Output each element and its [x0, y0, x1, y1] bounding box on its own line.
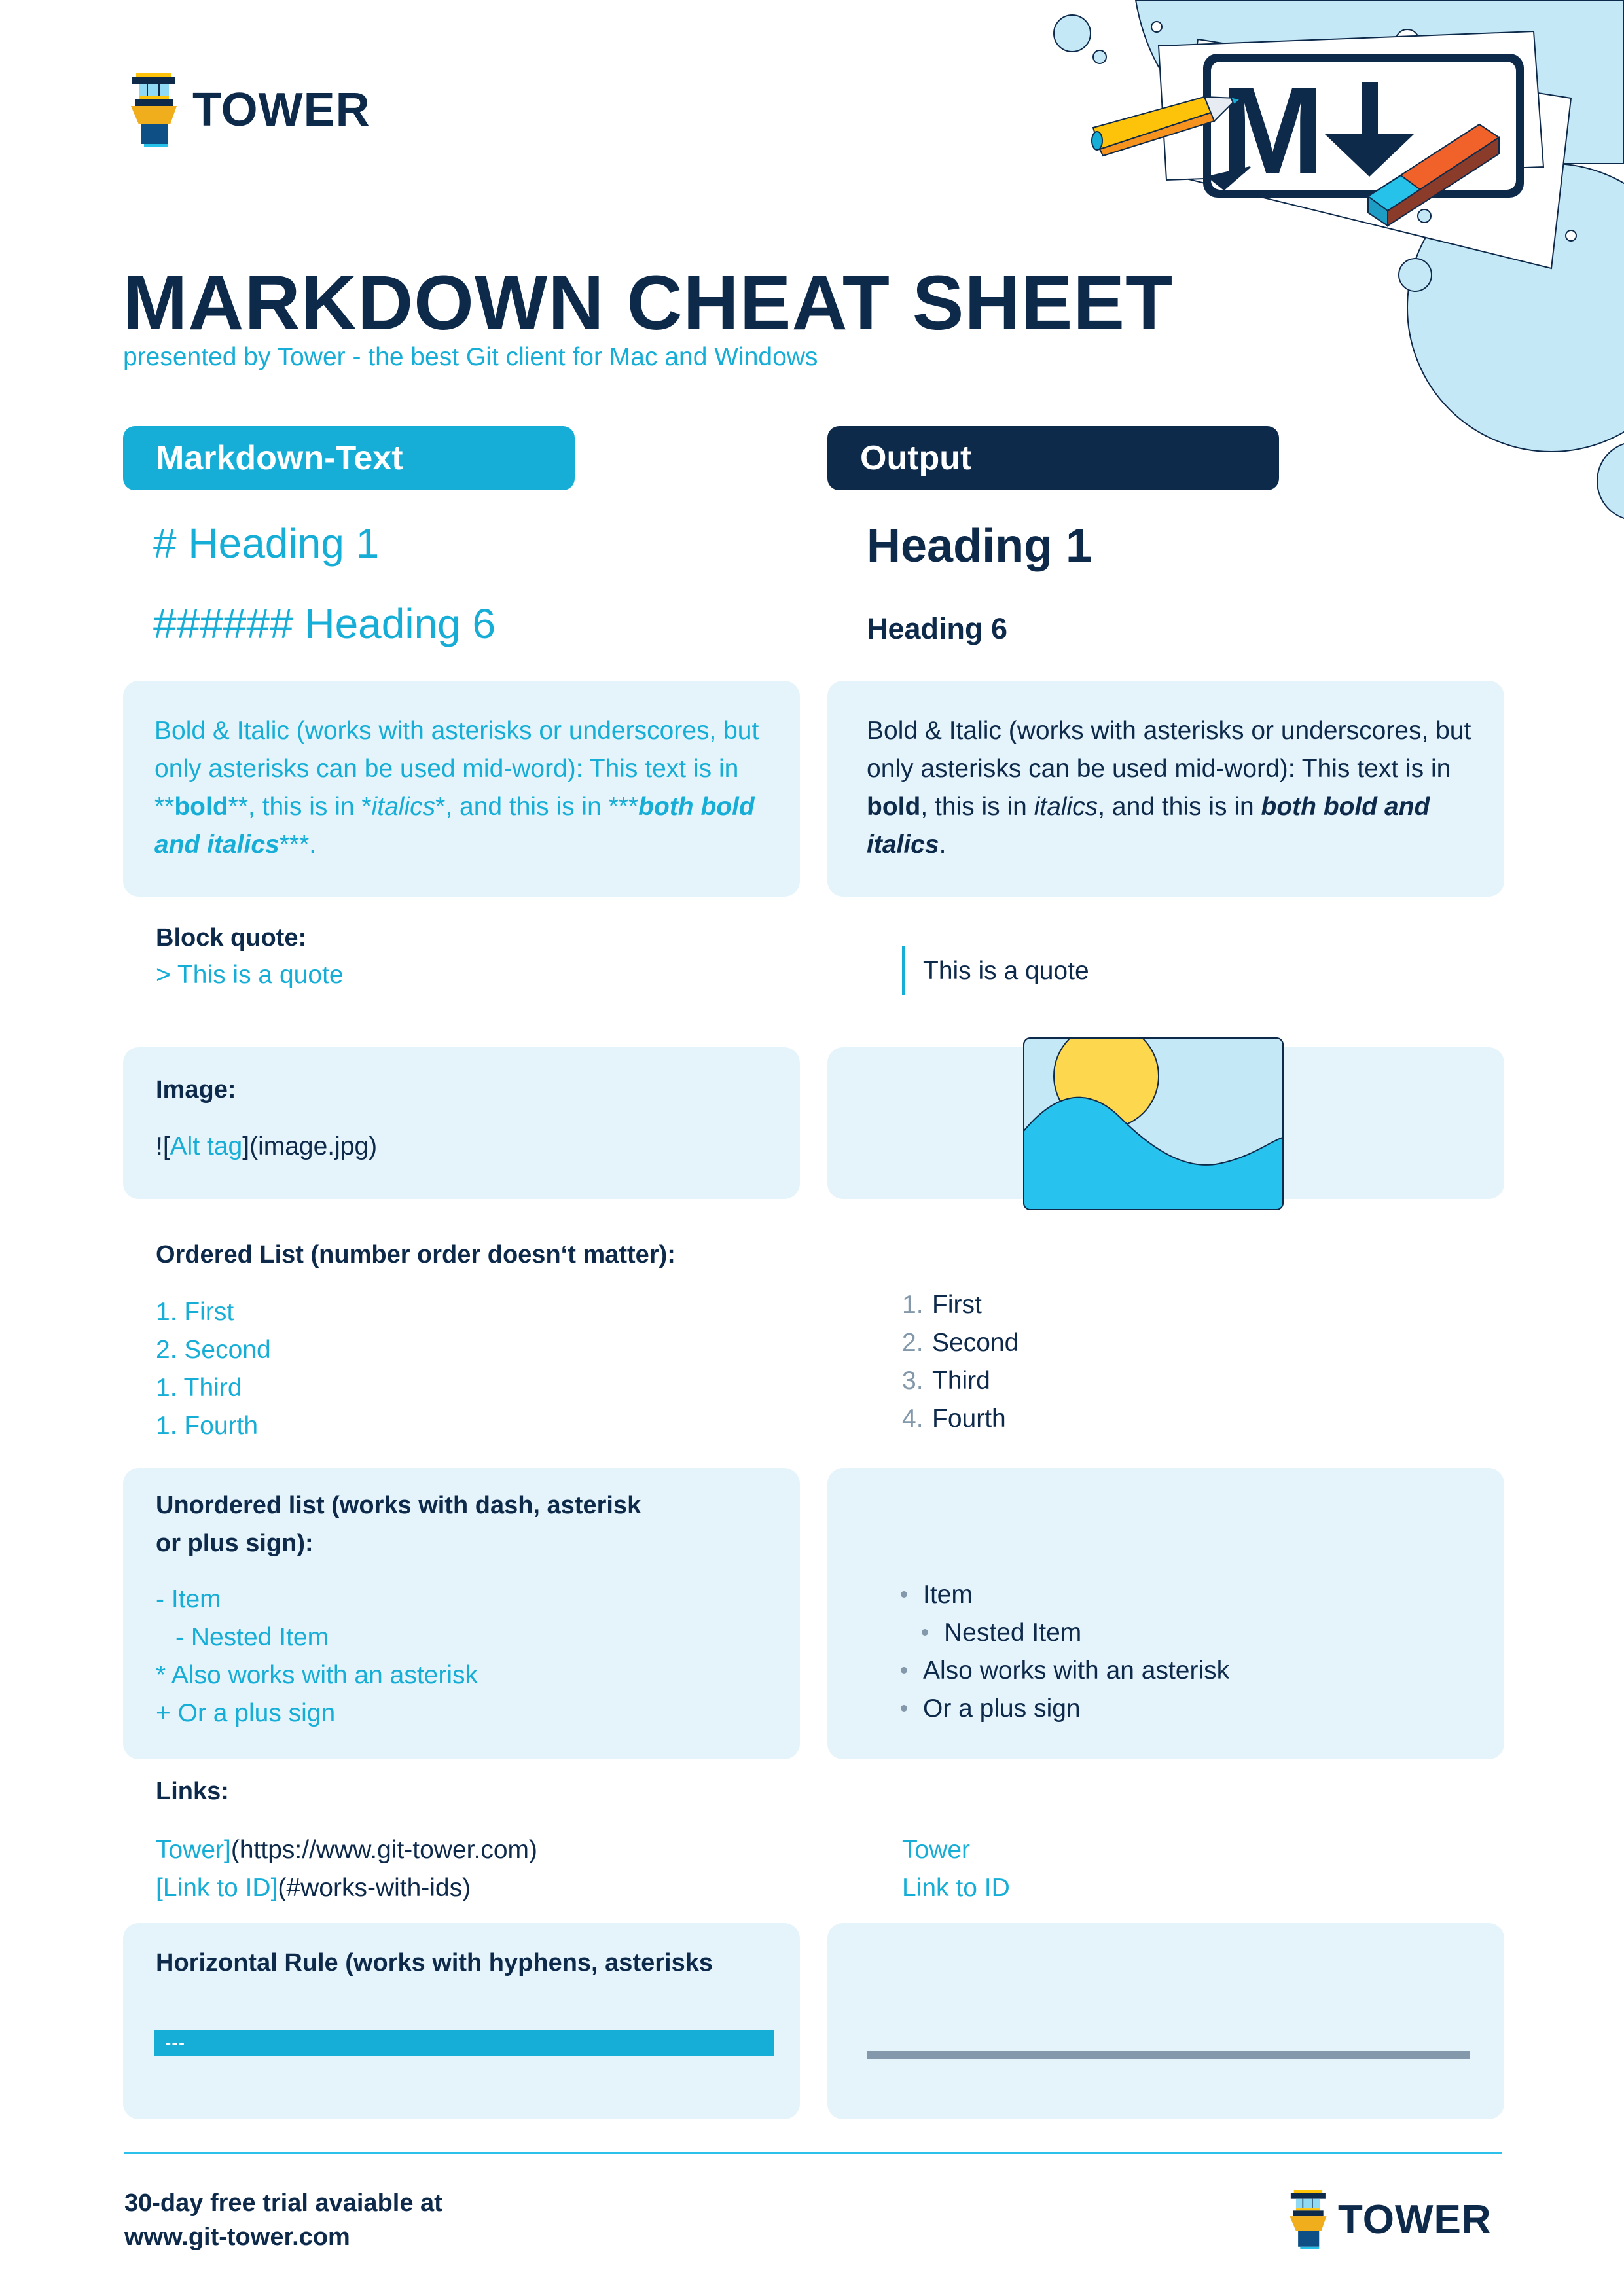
- list-item: Item: [901, 1581, 1229, 1619]
- landscape-image-icon: [1023, 1037, 1284, 1210]
- bubble-small: [1053, 14, 1091, 52]
- paper-card-front: [1157, 30, 1545, 181]
- tower-logo[interactable]: TOWER: [131, 73, 370, 147]
- list-item: 2. Second: [902, 1329, 1019, 1357]
- markdown-mark-icon: M: [1203, 54, 1524, 200]
- bubble-small: [1092, 50, 1107, 64]
- hr-md-bar: ---: [154, 2030, 774, 2056]
- footer-tower-logo[interactable]: TOWER: [1290, 2190, 1492, 2249]
- hr-label: Horizontal Rule (works with hyphens, ast…: [156, 1949, 713, 1977]
- bubble-small: [1417, 209, 1432, 223]
- footer-divider: [124, 2152, 1502, 2154]
- tower-logo-icon: [131, 73, 177, 147]
- hr-output-panel: [827, 1923, 1504, 2119]
- hr-output-rule: [867, 2051, 1470, 2059]
- ordered-list-md: 1. First 2. Second 1. Third 1. Fourth: [156, 1293, 271, 1445]
- bubble-small: [1395, 29, 1420, 54]
- blockquote-md: > This is a quote: [156, 961, 344, 989]
- tower-logo-icon: [1290, 2190, 1327, 2249]
- list-item: Nested Item: [901, 1619, 1229, 1657]
- unordered-list-output-panel: Item Nested Item Also works with an aste…: [827, 1468, 1504, 1759]
- unordered-list-md: - Item - Nested Item * Also works with a…: [156, 1581, 478, 1732]
- footer-trial-text: 30-day free trial avaiable at www.git-to…: [124, 2186, 442, 2254]
- ordered-list-output: 1. First 2. Second 3. Third 4. Fourth: [902, 1291, 1019, 1443]
- list-item: + Or a plus sign: [156, 1699, 336, 1727]
- page-title: MARKDOWN CHEAT SHEET: [123, 260, 1174, 346]
- list-item: 1. First: [156, 1298, 234, 1326]
- pencil-icon: [1091, 96, 1251, 191]
- column-header-markdown: Markdown-Text: [123, 426, 575, 490]
- list-item: Also works with an asterisk: [901, 1657, 1229, 1695]
- ordered-list-label: Ordered List (number order doesn‘t matte…: [156, 1241, 676, 1268]
- bold-italic-md-panel: Bold & Italic (works with asterisks or u…: [123, 681, 800, 897]
- list-item: [Link to ID](#works-with-ids): [156, 1874, 471, 1902]
- bullet-icon: [901, 1667, 907, 1674]
- blockquote-label: Block quote:: [156, 924, 307, 952]
- list-item: Or a plus sign: [901, 1695, 1229, 1732]
- paper-card-back: [1177, 38, 1572, 270]
- list-item: 1. Fourth: [156, 1412, 259, 1440]
- list-item: 2. Second: [156, 1336, 271, 1364]
- bullet-icon: [901, 1591, 907, 1598]
- bold-italic-output-text: Bold & Italic (works with asterisks or u…: [867, 717, 1471, 859]
- hr-md-panel: Horizontal Rule (works with hyphens, ast…: [123, 1923, 800, 2119]
- eraser-icon: [1367, 123, 1500, 227]
- list-item: - Item: [156, 1585, 221, 1613]
- bold-italic-output-panel: Bold & Italic (works with asterisks or u…: [827, 681, 1504, 897]
- unordered-list-md-panel: Unordered list (works with dash, asteris…: [123, 1468, 800, 1759]
- bubble-small: [1398, 258, 1432, 292]
- unordered-list-label: Unordered list (works with dash, asteris…: [156, 1492, 641, 1557]
- bullet-icon: [901, 1705, 907, 1712]
- output-heading-6: Heading 6: [867, 612, 1008, 645]
- hr-md-syntax: ---: [165, 2032, 185, 2053]
- bubble-edge-right: [1597, 443, 1624, 519]
- output-heading-1: Heading 1: [867, 520, 1092, 572]
- link-tower[interactable]: Tower: [902, 1831, 1010, 1869]
- bubble-shape-top: [1134, 0, 1624, 164]
- column-header-label: Output: [860, 439, 972, 477]
- column-header-output: Output: [827, 426, 1279, 490]
- list-item: * Also works with an asterisk: [156, 1661, 478, 1689]
- logo-text: TOWER: [192, 84, 370, 136]
- column-header-label: Markdown-Text: [156, 439, 403, 477]
- unordered-list-output: Item Nested Item Also works with an aste…: [901, 1581, 1229, 1732]
- image-md-syntax: ![Alt tag](image.jpg): [156, 1132, 378, 1160]
- list-item: 1. First: [902, 1291, 982, 1319]
- links-md: Tower](https://www.git-tower.com) [Link …: [156, 1831, 537, 1907]
- footer-website-link[interactable]: www.git-tower.com: [124, 2220, 442, 2254]
- blockquote-output: This is a quote: [923, 957, 1089, 985]
- logo-text: TOWER: [1338, 2197, 1492, 2242]
- image-md-panel: Image: ![Alt tag](image.jpg): [123, 1047, 800, 1199]
- list-item: Tower](https://www.git-tower.com): [156, 1836, 537, 1864]
- bold-italic-md-text: Bold & Italic (works with asterisks or u…: [154, 717, 759, 859]
- md-heading-1: # Heading 1: [153, 520, 380, 567]
- link-to-id[interactable]: Link to ID: [902, 1869, 1010, 1907]
- list-item: 4. Fourth: [902, 1405, 1006, 1433]
- bullet-icon: [922, 1629, 928, 1636]
- svg-text:M: M: [1221, 62, 1324, 200]
- list-item: 3. Third: [902, 1367, 990, 1395]
- image-label: Image:: [156, 1076, 236, 1103]
- list-item: 1. Third: [156, 1374, 242, 1402]
- links-label: Links:: [156, 1778, 229, 1805]
- page-subtitle: presented by Tower - the best Git client…: [123, 343, 818, 371]
- bubble-large-right: [1407, 163, 1624, 452]
- bubble-small: [1565, 230, 1577, 242]
- blockquote-bar: [902, 946, 905, 995]
- bubble-small: [1151, 21, 1163, 33]
- list-item: - Nested Item: [175, 1623, 329, 1651]
- links-output: Tower Link to ID: [902, 1831, 1010, 1907]
- md-heading-6: ###### Heading 6: [153, 600, 496, 647]
